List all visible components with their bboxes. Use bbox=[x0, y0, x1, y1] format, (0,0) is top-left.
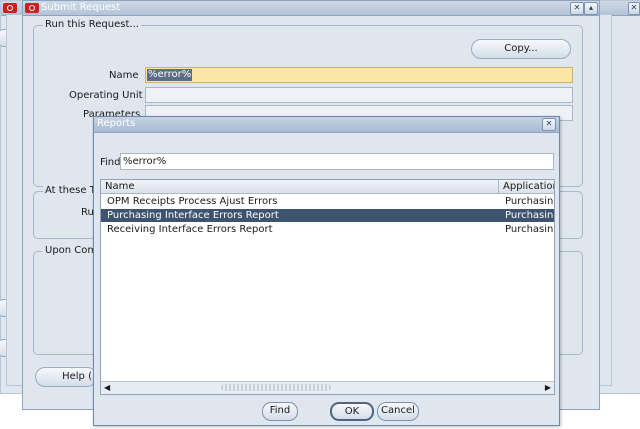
window-title: Submit Request bbox=[41, 2, 121, 13]
list-item-application: Purchasing bbox=[505, 224, 554, 235]
list-item[interactable]: OPM Receipts Process Ajust Errors Purcha… bbox=[101, 195, 554, 208]
reports-dialog-title: Reports bbox=[97, 118, 136, 129]
completion-group-label: Upon Com bbox=[43, 245, 100, 256]
list-item-application: Purchasing bbox=[505, 210, 554, 221]
ok-button[interactable]: OK bbox=[330, 402, 374, 421]
operating-unit-label: Operating Unit bbox=[69, 90, 143, 101]
close-icon[interactable]: ✕ bbox=[542, 118, 556, 131]
find-input[interactable]: %error% bbox=[120, 153, 554, 170]
maximize-icon[interactable]: ▴ bbox=[584, 2, 598, 15]
column-header-name[interactable]: Name bbox=[101, 180, 499, 194]
list-item-name: Purchasing Interface Errors Report bbox=[107, 210, 279, 221]
help-button[interactable]: Help ( bbox=[35, 367, 97, 387]
name-label: Name bbox=[109, 70, 139, 81]
copy-button[interactable]: Copy... bbox=[471, 39, 571, 59]
times-group-label: At these Ti bbox=[43, 185, 101, 196]
list-item-name: OPM Receipts Process Ajust Errors bbox=[107, 196, 278, 207]
oracle-icon bbox=[25, 3, 39, 13]
scroll-thumb[interactable] bbox=[221, 384, 331, 391]
name-field[interactable]: %error% bbox=[145, 67, 573, 83]
reports-list: Name Application OPM Receipts Process Aj… bbox=[100, 179, 555, 395]
reports-dialog-titlebar: Reports ✕ bbox=[94, 117, 559, 133]
find-button[interactable]: Find bbox=[262, 402, 298, 421]
list-item-selected[interactable]: Purchasing Interface Errors Report Purch… bbox=[101, 209, 554, 222]
scroll-right-icon[interactable]: ▶ bbox=[545, 383, 551, 392]
find-input-value: %error% bbox=[123, 156, 167, 167]
oracle-icon bbox=[3, 3, 17, 13]
run-request-group-label: Run this Request... bbox=[43, 19, 141, 30]
reports-dialog: Reports ✕ Find %error% Name Application … bbox=[93, 116, 560, 426]
find-label: Find bbox=[100, 157, 121, 168]
run-label: Ru bbox=[81, 207, 94, 218]
scroll-left-icon[interactable]: ◀ bbox=[104, 383, 110, 392]
horizontal-scrollbar[interactable]: ◀ ▶ bbox=[101, 381, 554, 394]
name-field-value: %error% bbox=[147, 69, 193, 81]
list-item-application: Purchasing bbox=[505, 196, 554, 207]
column-header-application[interactable]: Application bbox=[499, 180, 554, 194]
submit-request-titlebar: Submit Request ✕ ▴ bbox=[23, 1, 599, 16]
operating-unit-field[interactable] bbox=[145, 87, 573, 103]
close-icon[interactable]: ✕ bbox=[570, 2, 584, 15]
cancel-button[interactable]: Cancel bbox=[377, 402, 419, 421]
list-item[interactable]: Receiving Interface Errors Report Purcha… bbox=[101, 223, 554, 236]
close-icon[interactable]: ✕ bbox=[628, 2, 640, 15]
list-item-name: Receiving Interface Errors Report bbox=[107, 224, 273, 235]
